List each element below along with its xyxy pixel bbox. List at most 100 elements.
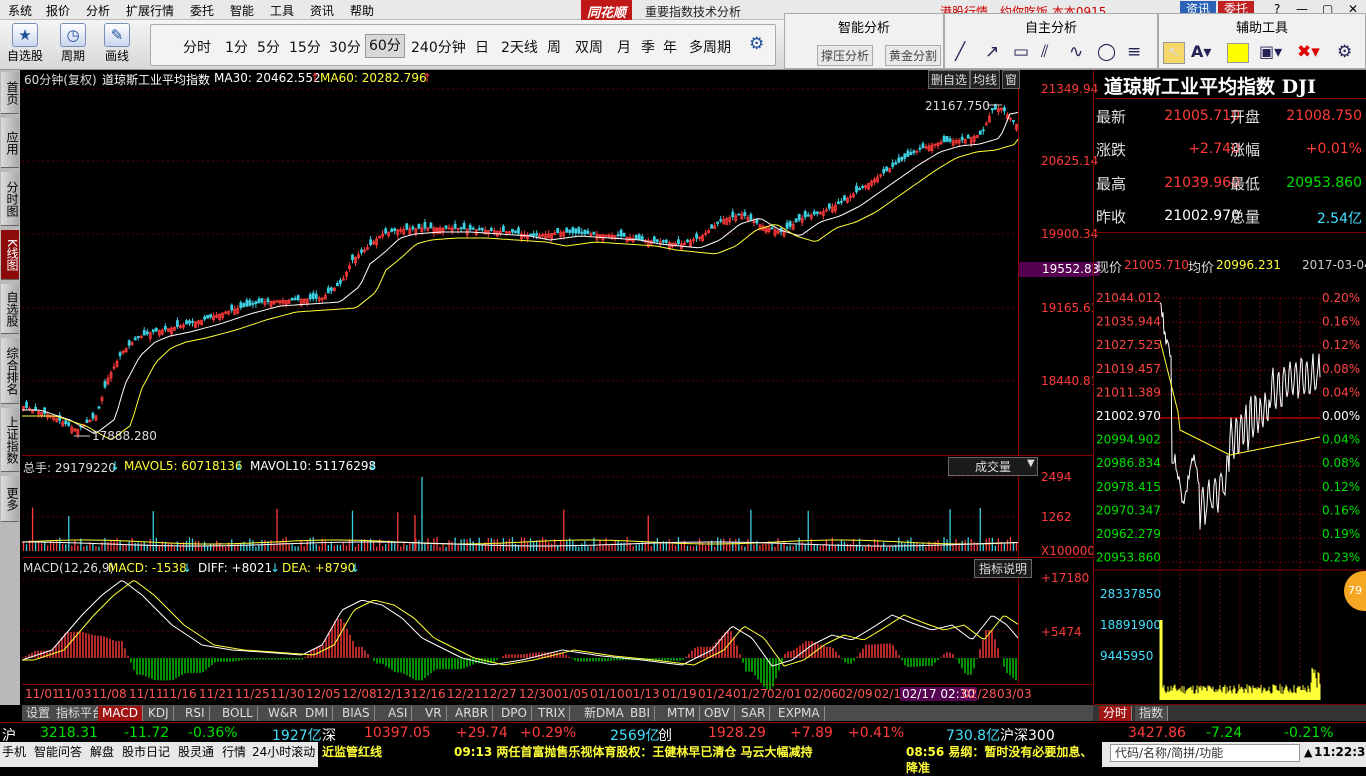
indicator-tab[interactable]: ASI: [384, 706, 413, 721]
tab-timeshare[interactable]: 分时: [1099, 706, 1133, 721]
nav-ranking[interactable]: 综合排名: [1, 338, 19, 404]
period-timeshare[interactable]: 分时: [183, 37, 211, 57]
indicator-help-button[interactable]: 指标说明: [974, 559, 1033, 578]
indicator-tab[interactable]: MTM: [663, 706, 701, 721]
cursor-icon[interactable]: ↖: [1163, 42, 1185, 64]
period-quarter[interactable]: 季: [641, 37, 655, 57]
indicator-tab[interactable]: BIAS: [338, 706, 375, 721]
status-diary[interactable]: 股市日记: [122, 744, 170, 760]
macd-value: MACD: -1538: [108, 561, 187, 575]
nav-more[interactable]: 更多: [1, 476, 19, 522]
delete-drawing-icon[interactable]: ✖▾: [1297, 42, 1320, 62]
status-24h[interactable]: 24小时滚动: [252, 744, 315, 760]
status-qa[interactable]: 智能问答: [34, 744, 82, 760]
period-15m[interactable]: 15分: [289, 37, 321, 57]
period-30m[interactable]: 30分: [329, 37, 361, 57]
menu-news[interactable]: 资讯: [310, 2, 334, 19]
period-day[interactable]: 日: [475, 37, 489, 57]
period-month[interactable]: 月: [617, 37, 631, 57]
color-picker-icon[interactable]: [1227, 43, 1249, 63]
ma-toggle-button[interactable]: 均线: [970, 70, 1001, 89]
menu-tools[interactable]: 工具: [270, 2, 294, 19]
news-ticker[interactable]: 近监管红线 09:13 两任首富抛售乐视体育股权：王健林早已清仓 马云大幅减持 …: [318, 742, 1102, 775]
period-5m[interactable]: 5分: [257, 37, 280, 57]
indicator-tab[interactable]: DPO: [497, 706, 532, 721]
market-ticker[interactable]: 沪 3218.31 -11.72 -0.36% 1927亿 深 10397.05…: [0, 722, 1366, 744]
kline-chart-area[interactable]: 60分钟(复权) 道琼斯工业平均指数 MA30: 20462.552 ↑ MA6…: [22, 70, 1101, 704]
support-resistance-button[interactable]: 撑压分析: [817, 45, 874, 66]
indicator-tab[interactable]: ARBR: [451, 706, 494, 721]
indicator-tab[interactable]: RSI: [181, 706, 210, 721]
circle-tool-icon[interactable]: ◯: [1097, 42, 1116, 62]
search-input[interactable]: 代码/名称/简拼/功能: [1110, 744, 1300, 762]
line-tool-icon[interactable]: ╱: [955, 42, 965, 62]
indicator-tab[interactable]: TRIX: [534, 706, 571, 721]
indicator-tab[interactable]: BBI: [626, 706, 656, 721]
price-tick: 19165.61: [1041, 301, 1099, 315]
period-multi[interactable]: 多周期: [689, 37, 731, 57]
watchlist-button[interactable]: ★ 自选股: [6, 23, 44, 64]
remove-watchlist-button[interactable]: 删自选: [928, 70, 971, 89]
candle-body: [43, 407, 47, 414]
indicator-tab[interactable]: VR: [421, 706, 447, 721]
period-240m[interactable]: 240分钟: [411, 37, 466, 57]
indicator-selector[interactable]: 成交量: [948, 457, 1038, 476]
search-arrow-icon[interactable]: ▲: [1304, 745, 1312, 761]
menu-trade[interactable]: 委托: [190, 2, 214, 19]
parallel-tool-icon[interactable]: ⫽: [1041, 42, 1049, 62]
period-button[interactable]: ◷ 周期: [54, 23, 92, 64]
nav-watchlist[interactable]: 自选股: [1, 284, 19, 334]
settings-icon[interactable]: ⚙: [1337, 42, 1352, 62]
indicator-tab[interactable]: EXPMA: [774, 706, 825, 721]
period-week[interactable]: 周: [547, 37, 561, 57]
menu-help[interactable]: 帮助: [350, 2, 374, 19]
chart-canvas[interactable]: [22, 70, 1093, 704]
menu-analysis[interactable]: 分析: [86, 2, 110, 19]
golden-section-button[interactable]: 黄金分割: [885, 45, 942, 66]
indicator-tab[interactable]: W&R: [264, 706, 303, 721]
nav-apps[interactable]: 应用: [1, 118, 19, 168]
self-analysis-title: 自主分析: [1024, 21, 1077, 36]
menu-system[interactable]: 系统: [8, 2, 32, 19]
text-tool-icon[interactable]: A▾: [1191, 42, 1211, 61]
period-2day[interactable]: 2天线: [501, 37, 538, 57]
news-item[interactable]: 09:13 两任首富抛售乐视体育股权：王健林早已清仓 马云大幅减持: [454, 744, 813, 760]
rect-tool-icon[interactable]: ▭: [1013, 42, 1029, 62]
more-tools-icon[interactable]: ≡: [1127, 42, 1141, 62]
indicator-tab[interactable]: 新DMA: [580, 706, 629, 721]
status-mobile[interactable]: 手机: [2, 744, 26, 760]
indicator-tab[interactable]: MACD: [98, 706, 143, 721]
indicator-tab[interactable]: 设置: [22, 706, 56, 721]
period-60m[interactable]: 60分: [365, 34, 405, 58]
indicator-tab[interactable]: KDJ: [144, 706, 174, 721]
window-button[interactable]: 窗: [1002, 70, 1021, 89]
indicator-tab[interactable]: BOLL: [218, 706, 258, 721]
indicator-tab[interactable]: DMI: [301, 706, 334, 721]
menu-smart[interactable]: 智能: [230, 2, 254, 19]
draw-button[interactable]: ✎ 画线: [98, 23, 136, 64]
nav-sh-index[interactable]: 上证指数: [1, 408, 19, 472]
period-2week[interactable]: 双周: [575, 37, 603, 57]
intraday-chart[interactable]: 21044.012 21035.944 21027.525 21019.457 2101…: [1094, 280, 1366, 705]
news-item[interactable]: 08:56 易纲：暂时没有必要加息、降准: [906, 744, 1102, 776]
chevron-down-icon[interactable]: ▼: [1027, 458, 1035, 469]
ray-tool-icon[interactable]: ↗: [985, 42, 999, 62]
indicator-tab[interactable]: OBV: [700, 706, 735, 721]
indicator-tab[interactable]: SAR: [737, 706, 771, 721]
menu-quote[interactable]: 报价: [46, 2, 70, 19]
gear-icon[interactable]: ⚙: [749, 34, 764, 54]
tab-index[interactable]: 指数: [1135, 706, 1169, 721]
menu-extended-market[interactable]: 扩展行情: [126, 2, 174, 19]
status-market[interactable]: 行情: [222, 744, 246, 760]
news-item[interactable]: 近监管红线: [322, 744, 382, 760]
save-drawing-icon[interactable]: ▣▾: [1259, 42, 1282, 61]
nav-timeshare[interactable]: 分时图: [1, 172, 19, 226]
status-lingtong[interactable]: 股灵通: [178, 744, 214, 760]
nav-home[interactable]: 首页: [1, 72, 19, 114]
period-year[interactable]: 年: [663, 37, 677, 57]
wave-tool-icon[interactable]: ∿: [1069, 42, 1083, 62]
nav-kline[interactable]: K线图: [1, 230, 19, 280]
candle-body: [257, 298, 261, 304]
period-1m[interactable]: 1分: [225, 37, 248, 57]
status-review[interactable]: 解盘: [90, 744, 114, 760]
